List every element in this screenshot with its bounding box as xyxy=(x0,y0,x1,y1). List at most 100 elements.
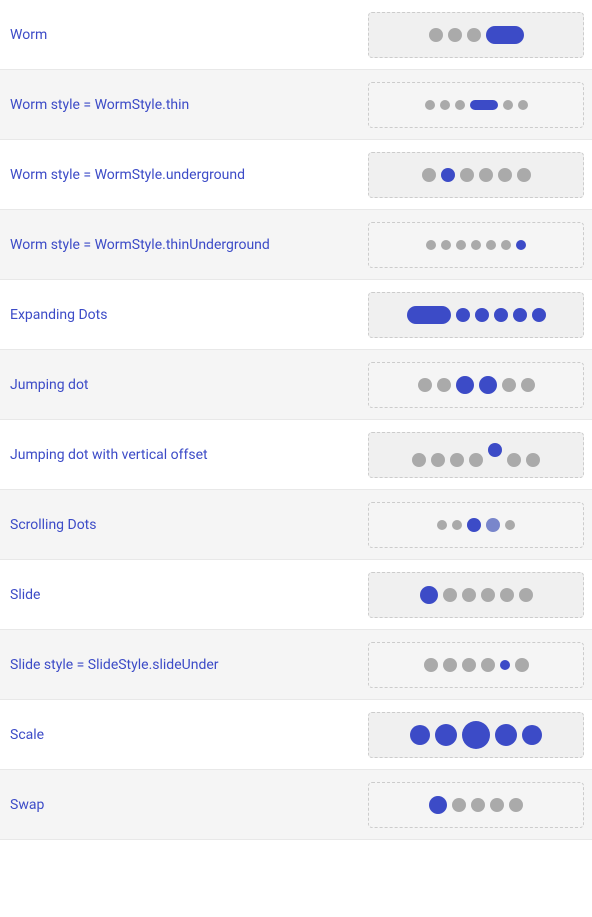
dot-active xyxy=(513,308,527,322)
dot xyxy=(422,168,436,182)
label-scrolling-dots: Scrolling Dots xyxy=(8,517,368,533)
row-worm-thinunderground: Worm style = WormStyle.thinUnderground xyxy=(0,210,592,280)
dot xyxy=(471,798,485,812)
row-jumping-dot: Jumping dot xyxy=(0,350,592,420)
dot-active-center xyxy=(462,721,490,749)
dot xyxy=(507,453,521,467)
row-jumping-dot-offset: Jumping dot with vertical offset xyxy=(0,420,592,490)
dot xyxy=(462,588,476,602)
dot xyxy=(443,658,457,672)
worm-pill-thin xyxy=(470,100,498,110)
worm-pill xyxy=(486,26,524,44)
preview-jumping-dot xyxy=(368,362,584,408)
row-slide-under: Slide style = SlideStyle.slideUnder xyxy=(0,630,592,700)
dot xyxy=(452,520,462,530)
row-scrolling-dots: Scrolling Dots xyxy=(0,490,592,560)
dot xyxy=(518,100,528,110)
dot-active xyxy=(456,308,470,322)
label-slide-under: Slide style = SlideStyle.slideUnder xyxy=(8,657,368,673)
preview-slide xyxy=(368,572,584,618)
preview-slide-under xyxy=(368,642,584,688)
preview-jumping-dot-offset xyxy=(368,432,584,478)
row-expanding-dots: Expanding Dots xyxy=(0,280,592,350)
preview-expanding-dots xyxy=(368,292,584,338)
preview-worm xyxy=(368,12,584,58)
dot xyxy=(418,378,432,392)
dot-active xyxy=(467,518,481,532)
label-jumping-dot-offset: Jumping dot with vertical offset xyxy=(8,447,368,463)
dot-active xyxy=(435,724,457,746)
dot xyxy=(455,100,465,110)
dot xyxy=(471,240,481,250)
dot-active xyxy=(410,725,430,745)
dot xyxy=(498,168,512,182)
row-worm-thin: Worm style = WormStyle.thin xyxy=(0,70,592,140)
dot xyxy=(467,28,481,42)
dot xyxy=(519,588,533,602)
label-slide: Slide xyxy=(8,587,368,603)
dot-active xyxy=(500,660,510,670)
dot xyxy=(521,378,535,392)
expanding-pill xyxy=(407,306,451,324)
row-swap: Swap xyxy=(0,770,592,840)
dot xyxy=(437,378,451,392)
dot xyxy=(501,240,511,250)
dot xyxy=(412,453,426,467)
dot-active xyxy=(479,376,497,394)
label-worm: Worm xyxy=(8,27,368,43)
dot-active xyxy=(429,796,447,814)
label-swap: Swap xyxy=(8,797,368,813)
dot xyxy=(481,658,495,672)
label-worm-thinunderground: Worm style = WormStyle.thinUnderground xyxy=(8,237,368,253)
preview-scrolling-dots xyxy=(368,502,584,548)
dot xyxy=(431,453,445,467)
dot xyxy=(440,100,450,110)
label-jumping-dot: Jumping dot xyxy=(8,377,368,393)
dot xyxy=(517,168,531,182)
dot xyxy=(503,100,513,110)
label-expanding-dots: Expanding Dots xyxy=(8,307,368,323)
dot-active xyxy=(420,586,438,604)
dot xyxy=(481,588,495,602)
dot xyxy=(443,588,457,602)
dot xyxy=(460,168,474,182)
preview-worm-thin xyxy=(368,82,584,128)
dot xyxy=(429,28,443,42)
dot xyxy=(515,658,529,672)
dot-active xyxy=(488,443,502,457)
dot xyxy=(509,798,523,812)
dot-active xyxy=(516,240,526,250)
row-worm-underground: Worm style = WormStyle.underground xyxy=(0,140,592,210)
dot xyxy=(456,240,466,250)
dot xyxy=(486,240,496,250)
dot xyxy=(479,168,493,182)
dot-active xyxy=(495,724,517,746)
row-scale: Scale xyxy=(0,700,592,770)
dot xyxy=(505,520,515,530)
dot-active xyxy=(522,725,542,745)
dot-active xyxy=(532,308,546,322)
dot xyxy=(526,453,540,467)
label-worm-thin: Worm style = WormStyle.thin xyxy=(8,97,368,113)
dot xyxy=(502,378,516,392)
row-slide: Slide xyxy=(0,560,592,630)
preview-swap xyxy=(368,782,584,828)
dot-active xyxy=(494,308,508,322)
dot xyxy=(424,658,438,672)
dot xyxy=(469,453,483,467)
row-worm: Worm xyxy=(0,0,592,70)
dot xyxy=(500,588,514,602)
dot xyxy=(426,240,436,250)
dot xyxy=(462,658,476,672)
dot xyxy=(490,798,504,812)
dot-active xyxy=(475,308,489,322)
label-scale: Scale xyxy=(8,727,368,743)
dot-active xyxy=(441,168,455,182)
preview-worm-underground xyxy=(368,152,584,198)
dot xyxy=(452,798,466,812)
preview-worm-thinunderground xyxy=(368,222,584,268)
label-worm-underground: Worm style = WormStyle.underground xyxy=(8,167,368,183)
dot-active-2 xyxy=(486,518,500,532)
dot-active xyxy=(456,376,474,394)
dot xyxy=(448,28,462,42)
